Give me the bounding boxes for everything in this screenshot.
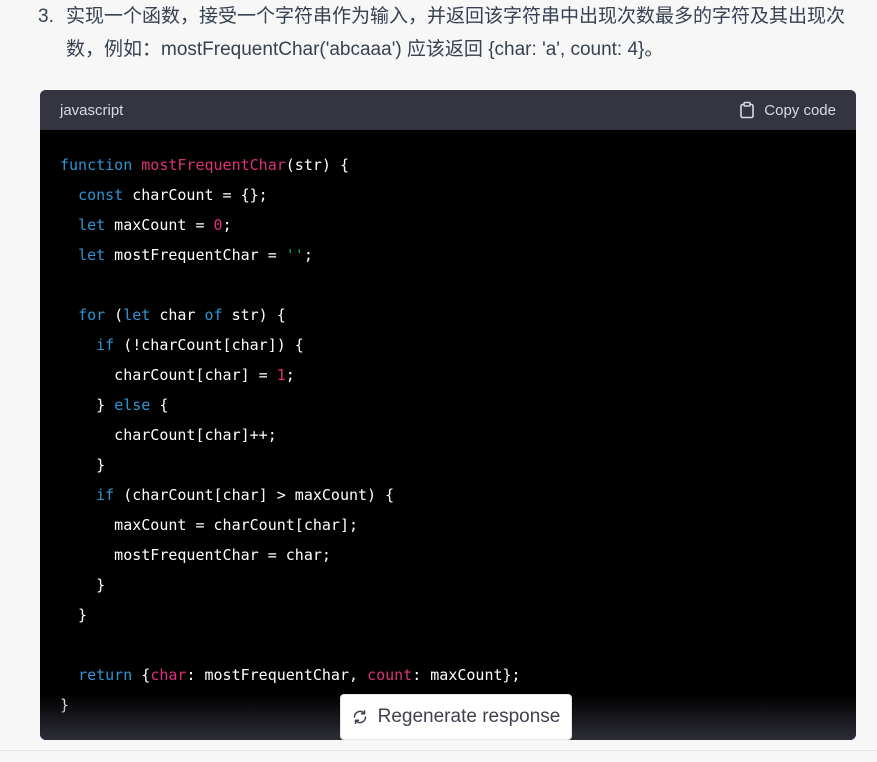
code-line: maxCount = charCount[char]; xyxy=(60,516,359,534)
code-line: if (!charCount[char]) { xyxy=(96,336,304,354)
code-line: let mostFrequentChar = ''; xyxy=(78,246,313,264)
list-item-text: 实现一个函数，接受一个字符串作为输入，并返回该字符串中出现次数最多的字符及其出现… xyxy=(66,6,846,60)
code-line: return {char: mostFrequentChar, count: m… xyxy=(78,666,521,684)
code-header: javascript Copy code xyxy=(40,90,856,130)
code-language-label: javascript xyxy=(60,101,124,119)
code-line: } xyxy=(60,606,88,624)
code-line: if (charCount[char] > maxCount) { xyxy=(96,486,395,504)
code-line: mostFrequentChar = char; xyxy=(60,546,331,564)
regenerate-label: Regenerate response xyxy=(377,706,561,727)
code-line: } xyxy=(60,456,106,474)
regenerate-response-button[interactable]: Regenerate response xyxy=(340,694,572,740)
code-line: const charCount = {}; xyxy=(78,186,268,204)
code-line: } xyxy=(60,576,106,594)
list-item: 3. 实现一个函数，接受一个字符串作为输入，并返回该字符串中出现次数最多的字符及… xyxy=(38,0,868,66)
list-number: 3. xyxy=(38,6,54,27)
code-content: function mostFrequentChar(str) { const c… xyxy=(40,130,856,720)
copy-code-label: Copy code xyxy=(764,101,836,119)
code-line: for (let char of str) { xyxy=(78,306,286,324)
code-block: javascript Copy code function mostFreque… xyxy=(40,90,856,740)
bottom-strip xyxy=(0,750,877,762)
code-line: } else { xyxy=(60,396,169,414)
code-line: let maxCount = 0; xyxy=(78,216,232,234)
code-line: function mostFrequentChar(str) { xyxy=(60,156,349,174)
refresh-icon xyxy=(352,709,368,725)
copy-code-button[interactable]: Copy code xyxy=(738,101,836,119)
code-line: charCount[char]++; xyxy=(60,426,277,444)
code-line: charCount[char] = 1; xyxy=(60,366,295,384)
clipboard-icon xyxy=(738,101,756,119)
